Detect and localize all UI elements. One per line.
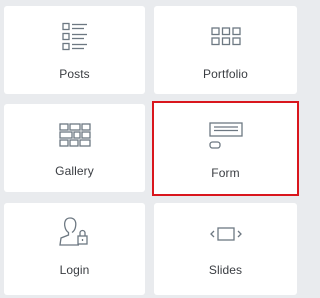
slides-icon	[208, 220, 244, 250]
widget-card-slides[interactable]: Slides	[154, 203, 297, 295]
widget-label: Gallery	[55, 164, 94, 178]
widget-card-login[interactable]: Login	[4, 203, 145, 295]
widget-grid: Posts Portfolio Gallery Form Login Slide…	[0, 0, 300, 298]
widget-card-gallery[interactable]: Gallery	[4, 104, 145, 192]
widget-card-posts[interactable]: Posts	[4, 6, 145, 94]
widget-label: Portfolio	[203, 67, 248, 81]
gallery-grid-icon	[57, 120, 93, 150]
portfolio-grid-icon	[208, 22, 244, 52]
posts-list-icon	[57, 22, 93, 52]
widget-card-portfolio[interactable]: Portfolio	[154, 6, 297, 94]
login-user-lock-icon	[57, 215, 93, 247]
widget-card-form[interactable]: Form	[152, 101, 299, 196]
form-icon	[208, 121, 244, 151]
widget-label: Login	[59, 263, 90, 277]
widget-label: Slides	[208, 263, 243, 277]
widget-label: Posts	[59, 67, 90, 81]
widget-label: Form	[211, 166, 240, 180]
